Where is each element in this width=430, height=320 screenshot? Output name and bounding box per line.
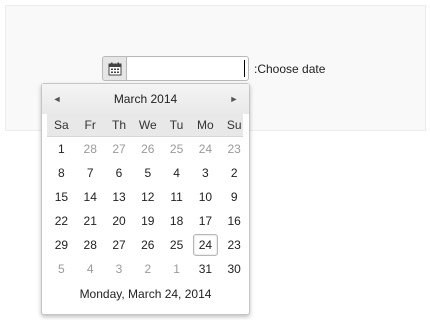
- day-cell[interactable]: 30: [220, 257, 249, 281]
- day-cell[interactable]: 19: [133, 209, 162, 233]
- month-title[interactable]: March 2014: [114, 92, 177, 106]
- day-cell[interactable]: 2: [220, 161, 249, 185]
- day-cell[interactable]: 23: [220, 137, 249, 161]
- day-cell[interactable]: 11: [162, 185, 191, 209]
- day-cell[interactable]: 22: [47, 209, 76, 233]
- day-cell[interactable]: 31: [191, 257, 220, 281]
- day-cell[interactable]: 6: [105, 161, 134, 185]
- day-cell[interactable]: 28: [76, 137, 105, 161]
- day-cell[interactable]: 16: [220, 209, 249, 233]
- day-cell[interactable]: 1: [47, 137, 76, 161]
- weekday-header: Sa Fr Th We Tu Mo Su: [47, 114, 243, 137]
- weekday-label: Mo: [197, 118, 214, 132]
- day-cell[interactable]: 20: [105, 209, 134, 233]
- day-cell[interactable]: 24: [191, 137, 220, 161]
- day-cell[interactable]: 14: [76, 185, 105, 209]
- date-input[interactable]: [126, 56, 249, 81]
- day-cell[interactable]: 3: [105, 257, 134, 281]
- day-cell[interactable]: 26: [133, 233, 162, 257]
- weekday-label: Su: [226, 118, 242, 132]
- day-cell-selected[interactable]: 24: [192, 234, 218, 256]
- day-cell[interactable]: 1: [162, 257, 191, 281]
- day-cell[interactable]: 9: [220, 185, 249, 209]
- day-cell[interactable]: 21: [76, 209, 105, 233]
- weekday-label: We: [138, 118, 157, 132]
- date-field-label: :Choose date: [254, 61, 326, 76]
- weekday-label: Sa: [54, 118, 69, 132]
- calendar-icon: [108, 62, 121, 75]
- next-month-button[interactable]: ►: [227, 94, 241, 104]
- weekday-label: Fr: [84, 118, 96, 132]
- calendar-header: ◄ March 2014 ►: [42, 84, 249, 114]
- day-cell[interactable]: 5: [133, 161, 162, 185]
- day-cell[interactable]: 25: [162, 137, 191, 161]
- weekday-label: Tu: [169, 118, 184, 132]
- day-cell[interactable]: 15: [47, 185, 76, 209]
- day-cell[interactable]: 25: [162, 233, 191, 257]
- day-cell[interactable]: 5: [47, 257, 76, 281]
- day-grid: 1 28 27 26 25 24 23 8 7 6 5 4 3 2 15 14 13 12 11 10 9 22 21 20 1…: [47, 137, 249, 281]
- day-cell[interactable]: 8: [47, 161, 76, 185]
- weekday-label: Th: [111, 118, 126, 132]
- day-cell[interactable]: 7: [76, 161, 105, 185]
- prev-month-button[interactable]: ◄: [50, 94, 64, 104]
- day-cell[interactable]: 3: [191, 161, 220, 185]
- day-cell[interactable]: 17: [191, 209, 220, 233]
- day-cell[interactable]: 27: [105, 233, 134, 257]
- calendar-button[interactable]: [102, 56, 126, 81]
- day-cell[interactable]: 26: [133, 137, 162, 161]
- date-field-row: :Choose date: [102, 56, 325, 81]
- day-cell[interactable]: 29: [47, 233, 76, 257]
- day-cell[interactable]: 4: [76, 257, 105, 281]
- day-cell[interactable]: 28: [76, 233, 105, 257]
- today-footer[interactable]: Monday, March 24, 2014: [42, 287, 249, 301]
- day-cell[interactable]: 2: [133, 257, 162, 281]
- day-cell[interactable]: 4: [162, 161, 191, 185]
- day-cell[interactable]: 13: [105, 185, 134, 209]
- day-cell[interactable]: 23: [220, 233, 249, 257]
- text-caret: [244, 60, 245, 77]
- day-cell[interactable]: 12: [133, 185, 162, 209]
- day-cell[interactable]: 18: [162, 209, 191, 233]
- datepicker-popup: ◄ March 2014 ► Sa Fr Th We Tu Mo Su 1 28 27 26 25 2…: [41, 83, 250, 315]
- day-cell[interactable]: 27: [105, 137, 134, 161]
- day-cell[interactable]: 10: [191, 185, 220, 209]
